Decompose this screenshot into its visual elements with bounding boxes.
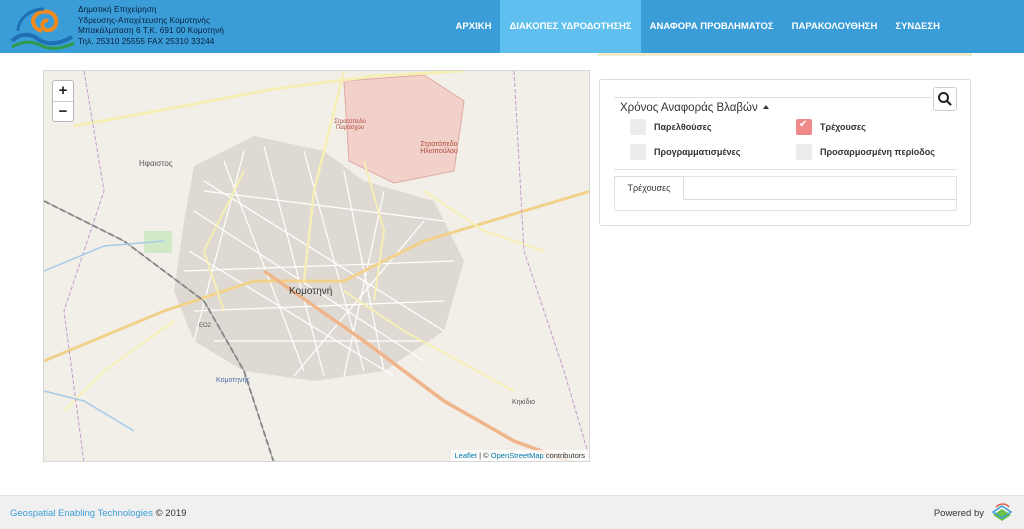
tab-current[interactable]: Τρέχουσες	[614, 176, 684, 200]
map-tiles	[44, 71, 589, 461]
zoom-control: + −	[52, 80, 74, 122]
footer-copyright: Geospatial Enabling Technologies © 2019	[10, 508, 186, 519]
map-label-hfaistos: Ηφαιστος	[139, 159, 173, 168]
logo-icon	[10, 7, 75, 50]
nav-report-problem[interactable]: ΑΝΑΦΟΡΑ ΠΡΟΒΛΗΜΑΤΟΣ	[641, 0, 783, 53]
checkbox-past[interactable]	[630, 119, 646, 135]
map-label-kikidio: Κηκίδιο	[512, 399, 535, 406]
powered-by-text: Powered by	[933, 508, 984, 519]
attribution-sep: | ©	[477, 451, 491, 460]
option-current-label[interactable]: Τρέχουσες	[820, 122, 866, 132]
map-label-station: Κομοτηνής	[216, 377, 250, 384]
panel-divider	[614, 169, 957, 170]
nav-tracking[interactable]: ΠΑΡΑΚΟΛΟΥΘΗΣΗ	[783, 0, 887, 53]
brand[interactable]: Δημοτική Επιχείρηση Υδρευσης-Αποχέτευσης…	[8, 3, 278, 51]
copyright-year: © 2019	[152, 508, 187, 519]
company-link[interactable]: Geospatial Enabling Technologies	[10, 508, 153, 519]
option-past-label[interactable]: Παρελθούσες	[654, 122, 712, 132]
org-address: Μπακάλμπαση 6 Τ.Κ. 691 00 Κομοτηνή	[78, 26, 225, 35]
attribution-suffix: contributors	[543, 451, 585, 460]
org-name: Δημοτική Επιχείρηση	[78, 5, 157, 14]
search-button[interactable]	[933, 87, 957, 111]
map-label-city: Κομοτηνή	[289, 286, 333, 297]
report-time-title: Χρόνος Αναφοράς Βλαβών	[620, 102, 758, 114]
map-label-camp1: Στρατόπεδο Ηλιοπούλου	[420, 141, 458, 155]
zoom-in-button[interactable]: +	[53, 81, 73, 101]
checkbox-current[interactable]	[796, 119, 812, 135]
nav-home[interactable]: ΑΡΧΙΚΗ	[447, 0, 501, 53]
checkbox-scheduled[interactable]	[630, 144, 646, 160]
main-nav: ΑΡΧΙΚΗ ΔΙΑΚΟΠΕΣ ΥΔΡΟΔΟΤΗΣΗΣ ΑΝΑΦΟΡΑ ΠΡΟΒ…	[447, 0, 949, 53]
map-attribution: Leaflet | © OpenStreetMap contributors	[450, 450, 589, 461]
org-phone: Τηλ. 25310 25555 FAX 25310 33244	[78, 36, 215, 46]
powered-by-logo-icon[interactable]	[990, 501, 1014, 525]
zoom-out-button[interactable]: −	[53, 101, 73, 121]
search-icon	[938, 92, 952, 106]
results-tabs: Τρέχουσες	[614, 176, 957, 211]
leaflet-link[interactable]: Leaflet	[455, 451, 478, 460]
org-subname: Υδρευσης-Αποχέτευσης Κομοτηνής	[78, 15, 210, 25]
osm-link[interactable]: OpenStreetMap	[491, 451, 544, 460]
nav-underline	[598, 53, 972, 56]
nav-login[interactable]: ΣΥΝΔΕΣΗ	[886, 0, 949, 53]
panel-top-rule	[614, 97, 932, 98]
checkbox-custom-period[interactable]	[796, 144, 812, 160]
nav-water-outages[interactable]: ΔΙΑΚΟΠΕΣ ΥΔΡΟΔΟΤΗΣΗΣ	[500, 0, 641, 53]
option-custom-period-label[interactable]: Προσαρμοσμένη περίοδος	[820, 147, 935, 157]
map-label-e02: ΕΟ2	[199, 323, 212, 329]
org-info: Δημοτική Επιχείρηση Υδρευσης-Αποχέτευσης…	[78, 5, 224, 47]
map-label-camp2: Στρατόπεδο Παράσχου	[334, 119, 366, 131]
report-time-dropdown[interactable]: Χρόνος Αναφοράς Βλαβών	[620, 102, 769, 114]
option-scheduled-label[interactable]: Προγραμματισμένες	[654, 147, 740, 157]
filter-panel: Χρόνος Αναφοράς Βλαβών Παρελθούσες Τρέχο…	[599, 79, 971, 226]
caret-up-icon	[762, 105, 769, 109]
map[interactable]: Ηφαιστος Κομοτηνή Στρατόπεδο Ηλιοπούλου …	[43, 70, 590, 462]
footer: Geospatial Enabling Technologies © 2019 …	[0, 495, 1024, 529]
top-navbar: Δημοτική Επιχείρηση Υδρευσης-Αποχέτευσης…	[0, 0, 1024, 53]
